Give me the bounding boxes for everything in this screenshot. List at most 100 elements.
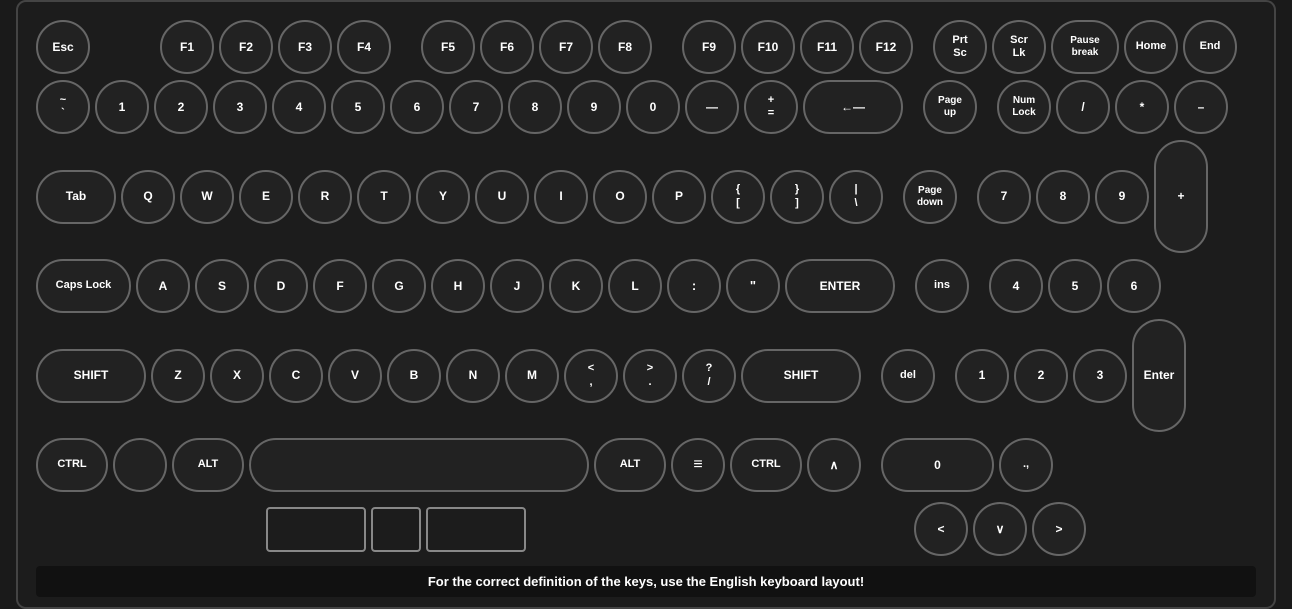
key-ralt[interactable]: ALT xyxy=(594,438,666,492)
key-v[interactable]: V xyxy=(328,349,382,403)
key-num6[interactable]: 6 xyxy=(1107,259,1161,313)
key-numdiv[interactable]: / xyxy=(1056,80,1110,134)
key-nummul[interactable]: * xyxy=(1115,80,1169,134)
key-f12[interactable]: F12 xyxy=(859,20,913,74)
key-period[interactable]: >. xyxy=(623,349,677,403)
key-up[interactable]: ∧ xyxy=(807,438,861,492)
key-enter[interactable]: ENTER xyxy=(785,259,895,313)
key-f1[interactable]: F1 xyxy=(160,20,214,74)
key-f[interactable]: F xyxy=(313,259,367,313)
key-num3[interactable]: 3 xyxy=(1073,349,1127,403)
key-rctrl[interactable]: CTRL xyxy=(730,438,802,492)
key-left[interactable]: < xyxy=(914,502,968,556)
key-d[interactable]: D xyxy=(254,259,308,313)
key-scrlk[interactable]: ScrLk xyxy=(992,20,1046,74)
key-num8[interactable]: 8 xyxy=(1036,170,1090,224)
key-semicolon[interactable]: : xyxy=(667,259,721,313)
trackpad-left[interactable] xyxy=(266,507,366,552)
key-f3[interactable]: F3 xyxy=(278,20,332,74)
key-lwin[interactable] xyxy=(113,438,167,492)
key-1[interactable]: 1 xyxy=(95,80,149,134)
key-u[interactable]: U xyxy=(475,170,529,224)
trackpad-right[interactable] xyxy=(426,507,526,552)
key-w[interactable]: W xyxy=(180,170,234,224)
key-k[interactable]: K xyxy=(549,259,603,313)
key-tab[interactable]: Tab xyxy=(36,170,116,224)
key-t[interactable]: T xyxy=(357,170,411,224)
key-f8[interactable]: F8 xyxy=(598,20,652,74)
key-quote[interactable]: " xyxy=(726,259,780,313)
key-r[interactable]: R xyxy=(298,170,352,224)
key-tilde[interactable]: ~` xyxy=(36,80,90,134)
key-prtsc[interactable]: PrtSc xyxy=(933,20,987,74)
key-c[interactable]: C xyxy=(269,349,323,403)
key-o[interactable]: O xyxy=(593,170,647,224)
key-lalt[interactable]: ALT xyxy=(172,438,244,492)
key-m[interactable]: M xyxy=(505,349,559,403)
key-pagedown[interactable]: Pagedown xyxy=(903,170,957,224)
key-down[interactable]: ∨ xyxy=(973,502,1027,556)
key-x[interactable]: X xyxy=(210,349,264,403)
key-num5[interactable]: 5 xyxy=(1048,259,1102,313)
key-pageup[interactable]: Pageup xyxy=(923,80,977,134)
key-home[interactable]: Home xyxy=(1124,20,1178,74)
key-j[interactable]: J xyxy=(490,259,544,313)
key-rbracket[interactable]: }] xyxy=(770,170,824,224)
key-z[interactable]: Z xyxy=(151,349,205,403)
key-h[interactable]: H xyxy=(431,259,485,313)
key-end[interactable]: End xyxy=(1183,20,1237,74)
key-numsub[interactable]: – xyxy=(1174,80,1228,134)
key-f6[interactable]: F6 xyxy=(480,20,534,74)
key-rshift[interactable]: SHIFT xyxy=(741,349,861,403)
key-g[interactable]: G xyxy=(372,259,426,313)
key-num9[interactable]: 9 xyxy=(1095,170,1149,224)
key-0[interactable]: 0 xyxy=(626,80,680,134)
key-ins[interactable]: ins xyxy=(915,259,969,313)
key-f9[interactable]: F9 xyxy=(682,20,736,74)
key-l[interactable]: L xyxy=(608,259,662,313)
key-num7[interactable]: 7 xyxy=(977,170,1031,224)
key-lshift[interactable]: SHIFT xyxy=(36,349,146,403)
key-dash[interactable]: — xyxy=(685,80,739,134)
key-s[interactable]: S xyxy=(195,259,249,313)
key-f11[interactable]: F11 xyxy=(800,20,854,74)
key-numlock[interactable]: NumLock xyxy=(997,80,1051,134)
key-b[interactable]: B xyxy=(387,349,441,403)
key-5[interactable]: 5 xyxy=(331,80,385,134)
key-n[interactable]: N xyxy=(446,349,500,403)
key-backslash[interactable]: |\ xyxy=(829,170,883,224)
key-pause[interactable]: Pausebreak xyxy=(1051,20,1119,74)
key-q[interactable]: Q xyxy=(121,170,175,224)
key-a[interactable]: A xyxy=(136,259,190,313)
trackpad-middle[interactable] xyxy=(371,507,421,552)
key-4[interactable]: 4 xyxy=(272,80,326,134)
key-numenter[interactable]: Enter xyxy=(1132,319,1186,432)
key-backspace[interactable]: ←— xyxy=(803,80,903,134)
key-right[interactable]: > xyxy=(1032,502,1086,556)
key-lbracket[interactable]: {[ xyxy=(711,170,765,224)
key-lctrl[interactable]: CTRL xyxy=(36,438,108,492)
key-menu[interactable]: ≡ xyxy=(671,438,725,492)
key-e[interactable]: E xyxy=(239,170,293,224)
key-7[interactable]: 7 xyxy=(449,80,503,134)
key-8[interactable]: 8 xyxy=(508,80,562,134)
key-capslock[interactable]: Caps Lock xyxy=(36,259,131,313)
key-numdot[interactable]: ., xyxy=(999,438,1053,492)
key-p[interactable]: P xyxy=(652,170,706,224)
key-y[interactable]: Y xyxy=(416,170,470,224)
key-f7[interactable]: F7 xyxy=(539,20,593,74)
key-f5[interactable]: F5 xyxy=(421,20,475,74)
key-numplus[interactable]: + xyxy=(1154,140,1208,253)
key-num1[interactable]: 1 xyxy=(955,349,1009,403)
key-num2[interactable]: 2 xyxy=(1014,349,1068,403)
key-2[interactable]: 2 xyxy=(154,80,208,134)
key-del[interactable]: del xyxy=(881,349,935,403)
key-space[interactable] xyxy=(249,438,589,492)
key-6[interactable]: 6 xyxy=(390,80,444,134)
key-9[interactable]: 9 xyxy=(567,80,621,134)
key-equals[interactable]: += xyxy=(744,80,798,134)
key-i[interactable]: I xyxy=(534,170,588,224)
key-3[interactable]: 3 xyxy=(213,80,267,134)
key-f2[interactable]: F2 xyxy=(219,20,273,74)
key-f10[interactable]: F10 xyxy=(741,20,795,74)
